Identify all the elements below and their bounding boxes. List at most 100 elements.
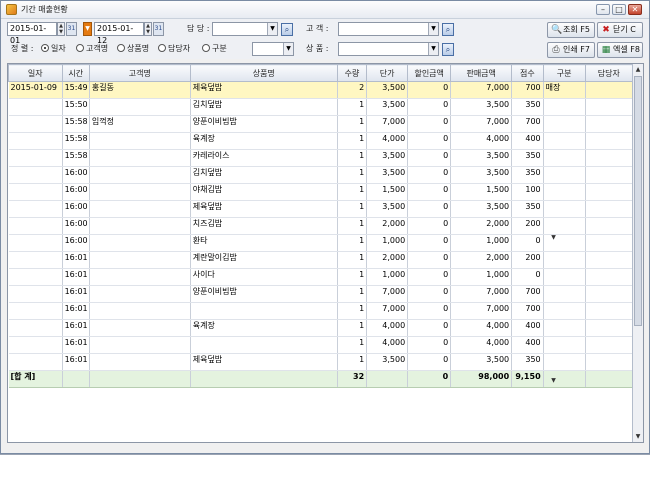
date-range-dropdown[interactable]: ▼: [83, 22, 92, 36]
scroll-up-icon[interactable]: ▲: [633, 64, 643, 75]
date-from-spinner[interactable]: ▲ ▼: [57, 22, 65, 36]
table-cell: 0: [511, 234, 544, 252]
table-row[interactable]: 2015-01-09 15:49 홍길동 제육덮밥 2 3,500 0 7,000 700 매장: [8, 81, 634, 99]
table-row[interactable]: 16:00 치즈김밥 1 2,000 0 2,000 200: [8, 217, 634, 235]
table-cell: [89, 234, 191, 252]
excel-button[interactable]: ▦ 엑셀 F8: [597, 42, 643, 58]
table-cell: 치즈김밥: [190, 217, 338, 235]
table-cell: 1: [337, 200, 368, 218]
table-cell: 1,000: [366, 234, 409, 252]
chevron-down-icon[interactable]: ▼: [428, 23, 438, 35]
column-header[interactable]: 시간: [61, 64, 90, 82]
table-cell: 4,000: [366, 132, 409, 150]
table-cell: 제육덮밥: [190, 353, 338, 371]
sort-option-staff[interactable]: 담당자: [158, 43, 190, 55]
table-row[interactable]: 16:01 육계장 1 4,000 0 4,000 400: [8, 319, 634, 337]
column-header[interactable]: 구분: [542, 64, 586, 82]
print-button[interactable]: ⎙ 인쇄 F7: [547, 42, 595, 58]
table-cell: 1: [337, 302, 368, 320]
close-button[interactable]: ✖ 닫기 C: [597, 22, 643, 38]
date-to-input[interactable]: 2015-01-12: [94, 22, 144, 45]
table-row[interactable]: 16:01 사이다 1 1,000 0 1,000 0: [8, 268, 634, 286]
staff-select[interactable]: ▼: [212, 22, 278, 36]
table-cell: 육계장: [190, 319, 338, 337]
table-row[interactable]: 16:01 양푼이비빔밥 1 7,000 0 7,000 700: [8, 285, 634, 303]
magnifier-icon: 🔍: [551, 25, 563, 35]
table-row[interactable]: 15:58 카레라이스 1 3,500 0 3,500 350: [8, 149, 634, 167]
table-cell: 100: [511, 183, 544, 201]
column-header[interactable]: 점수: [511, 64, 544, 82]
close-window-button[interactable]: ✕: [628, 4, 642, 15]
product-search-icon[interactable]: ⌕: [442, 43, 454, 56]
table-row[interactable]: 16:01 1 4,000 0 4,000 400: [8, 336, 634, 354]
table-cell: 2015-01-09: [8, 81, 63, 99]
scroll-down-icon[interactable]: ▼: [633, 431, 643, 442]
chevron-down-icon[interactable]: ▼: [283, 43, 293, 55]
table-cell: 350: [511, 149, 544, 167]
search-button[interactable]: 🔍조회 F5: [547, 22, 595, 38]
table-cell: 1: [337, 336, 368, 354]
column-header[interactable]: 판매금액: [450, 64, 513, 82]
maximize-button[interactable]: □: [612, 4, 626, 15]
radio-icon: [117, 44, 125, 52]
chevron-down-icon[interactable]: ▼: [267, 23, 277, 35]
table-row[interactable]: 15:58 임꺽정 양푼이비빔밥 1 7,000 0 7,000 700: [8, 115, 634, 133]
customer-search-icon[interactable]: ⌕: [442, 23, 454, 36]
table-cell: 1,500: [450, 183, 513, 201]
table-row[interactable]: 16:00 야채김밥 1 1,500 0 1,500 100: [8, 183, 634, 201]
minimize-button[interactable]: –: [596, 4, 610, 15]
product-select[interactable]: ▼: [338, 42, 439, 56]
table-cell: 400: [511, 132, 544, 150]
customer-select[interactable]: ▼: [338, 22, 439, 36]
column-header[interactable]: 수량: [336, 64, 368, 82]
scroll-thumb[interactable]: [634, 76, 642, 326]
table-cell: 0: [407, 234, 452, 252]
table-cell: 제육덮밥: [190, 200, 338, 218]
table-row[interactable]: 15:58 육계장 1 4,000 0 4,000 400: [8, 132, 634, 150]
sort-option-customer[interactable]: 고객명: [76, 43, 108, 55]
table-row[interactable]: 16:01 1 7,000 0 7,000 700: [8, 302, 634, 320]
table-cell: [585, 285, 634, 303]
column-header[interactable]: 일자: [8, 64, 63, 82]
sort-option-category[interactable]: 구분: [202, 43, 227, 55]
table-row[interactable]: 15:50 김치덮밥 1 3,500 0 3,500 350: [8, 98, 634, 116]
table-row[interactable]: 16:00 환타 1 1,000 0 1,000 0: [8, 234, 634, 252]
total-cell: [190, 370, 338, 388]
row-chevron-down-icon[interactable]: ▼: [549, 232, 558, 244]
calendar-icon[interactable]: 31: [153, 22, 164, 36]
column-header[interactable]: 담당자: [584, 64, 634, 82]
table-row[interactable]: 16:00 김치덮밥 1 3,500 0 3,500 350: [8, 166, 634, 184]
table-cell: [543, 336, 586, 354]
category-select[interactable]: ▼: [252, 42, 294, 56]
sort-option-date[interactable]: 일자: [41, 43, 66, 55]
column-header[interactable]: 할인금액: [407, 64, 452, 82]
sort-option-product[interactable]: 상품명: [117, 43, 149, 55]
table-cell: [585, 234, 634, 252]
calendar-icon[interactable]: 31: [66, 22, 77, 36]
table-cell: 15:58: [62, 115, 90, 133]
app-icon: [6, 4, 17, 15]
table-cell: [543, 268, 586, 286]
column-header[interactable]: 고객명: [88, 64, 191, 82]
date-from-input[interactable]: 2015-01-01: [7, 22, 57, 45]
chevron-down-icon[interactable]: ▼: [428, 43, 438, 55]
sales-grid[interactable]: 일자 시간 고객명 상품명 수량 단가 할인금액 판매금액 점수 구분 담당자 2015-01-09…: [7, 63, 644, 443]
staff-search-icon[interactable]: ⌕: [281, 23, 293, 36]
table-cell: 3,500: [366, 166, 409, 184]
table-row[interactable]: 16:01 제육덮밥 1 3,500 0 3,500 350: [8, 353, 634, 371]
table-cell: [8, 200, 63, 218]
column-header[interactable]: 상품명: [189, 64, 338, 82]
table-row[interactable]: 16:00 제육덮밥 1 3,500 0 3,500 350: [8, 200, 634, 218]
table-cell: [8, 251, 63, 269]
vertical-scrollbar[interactable]: ▲ ▼: [632, 64, 643, 442]
table-cell: 1: [337, 183, 368, 201]
table-cell: 0: [407, 319, 452, 337]
table-cell: [543, 302, 586, 320]
table-cell: 0: [407, 302, 452, 320]
date-to-spinner[interactable]: ▲ ▼: [144, 22, 152, 36]
table-row[interactable]: 16:01 계란말이김밥 1 2,000 0 2,000 200: [8, 251, 634, 269]
table-cell: 1: [337, 234, 368, 252]
column-header[interactable]: 단가: [366, 64, 409, 82]
table-cell: [89, 319, 191, 337]
row-chevron-down-icon[interactable]: ▼: [549, 375, 558, 387]
